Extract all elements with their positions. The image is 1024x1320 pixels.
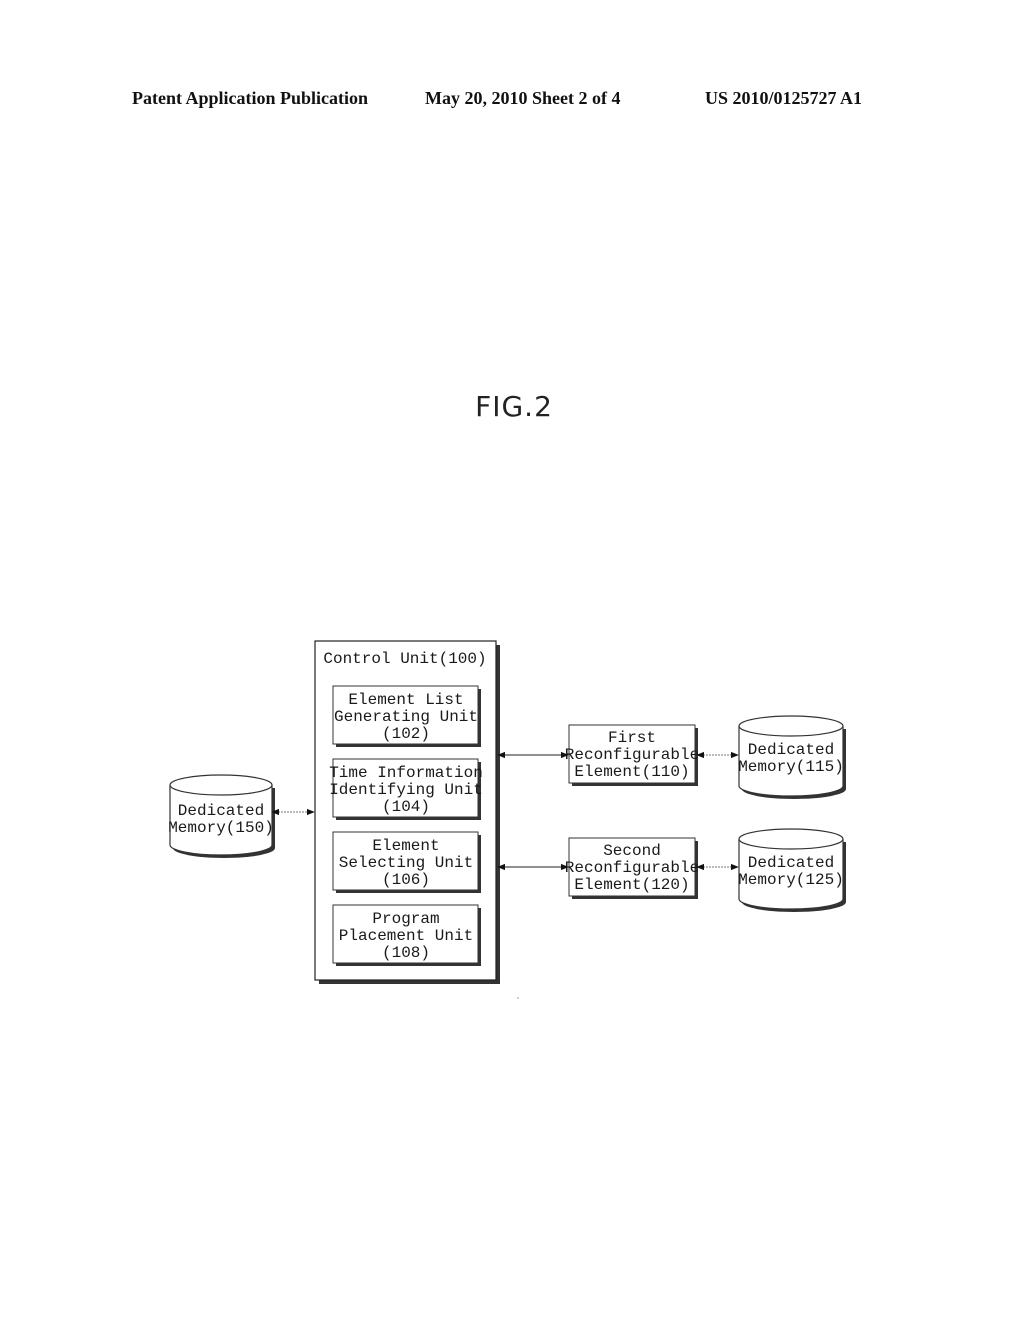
label-line: (104) [382,798,430,816]
block-diagram: Control Unit(100) Element ListGenerating… [168,640,846,999]
element-list-generating-unit: Element ListGenerating Unit(102) [332,685,481,747]
label-line: Reconfigurable [565,859,699,877]
label-line: Identifying Unit [329,781,483,799]
label-line: Time Information [329,764,483,782]
second-reconfigurable-element: SecondReconfigurableElement(120) [565,837,699,899]
label-line: First [608,729,656,747]
first-reconfigurable-element: FirstReconfigurableElement(110) [565,724,699,786]
label-line: Element(110) [574,763,689,781]
label-line: Dedicated [178,802,264,820]
dedicated-memory-125: DedicatedMemory(125) [738,828,846,912]
dedicated-memory-115: DedicatedMemory(115) [738,715,846,799]
label-line: Generating Unit [334,708,478,726]
element-selecting-unit: ElementSelecting Unit(106) [332,831,481,893]
time-information-identifying-unit: Time InformationIdentifying Unit(104) [329,758,483,820]
dedicated-memory-150: DedicatedMemory(150) [168,774,275,858]
label-line: Memory(115) [738,758,844,776]
control-unit-label: Control Unit(100) [323,650,486,668]
label-line: Element(120) [574,876,689,894]
label-line: Element [372,837,439,855]
label-line: (102) [382,725,430,743]
label-line: Program [372,910,439,928]
label-line: Placement Unit [339,927,473,945]
label-line: Memory(125) [738,871,844,889]
label-line: Second [603,842,661,860]
label-line: Memory(150) [168,819,274,837]
label-line: Reconfigurable [565,746,699,764]
label-line: (108) [382,944,430,962]
label-line: (106) [382,871,430,889]
label-line: Selecting Unit [339,854,473,872]
program-placement-unit: ProgramPlacement Unit(108) [332,904,481,966]
stray-dot [517,997,519,999]
label-line: Dedicated [748,854,834,872]
label-line: Element List [348,691,463,709]
label-line: Dedicated [748,741,834,759]
